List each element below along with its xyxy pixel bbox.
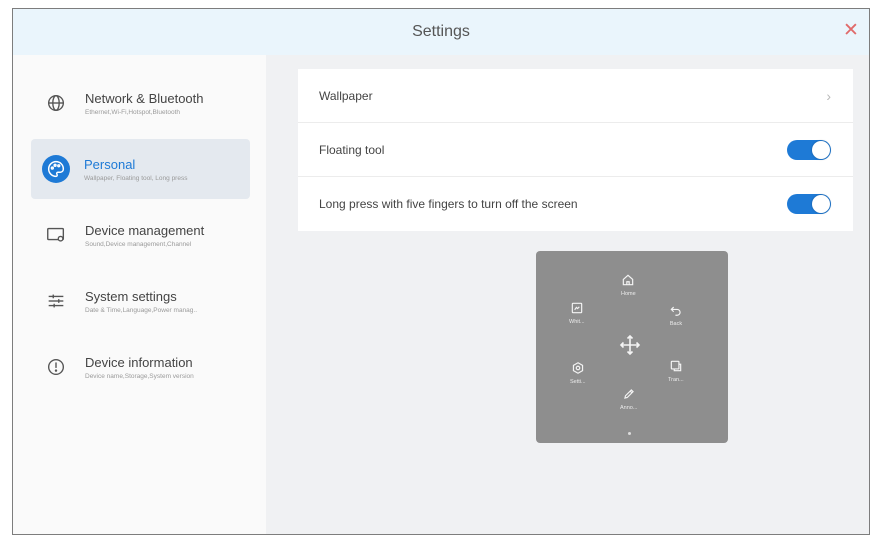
sidebar-item-sublabel: Ethernet,Wi-Fi,Hotspot,Bluetooth	[85, 108, 181, 116]
pen-icon	[623, 389, 634, 399]
sidebar-item-sublabel: Wallpaper, Floating tool, Long press	[84, 174, 188, 182]
title-bar: Settings ✕	[13, 9, 869, 55]
globe-icon	[41, 88, 71, 118]
floating-tool-back[interactable]: Back	[669, 303, 683, 327]
row-label: Wallpaper	[319, 88, 373, 103]
sidebar-item-sublabel: Date & Time,Language,Power manag..	[85, 306, 198, 314]
device-icon	[41, 220, 71, 250]
sidebar-item-personal[interactable]: Personal Wallpaper, Floating tool, Long …	[31, 139, 250, 199]
sidebar-item-label: Personal	[84, 156, 136, 172]
sidebar-item-label: Device management	[85, 222, 205, 238]
palette-icon	[42, 155, 70, 183]
personal-settings-card: Wallpaper › Floating tool Long press wit…	[298, 69, 853, 231]
sidebar-item-label: Device information	[85, 354, 193, 370]
five-finger-off-row: Long press with five fingers to turn off…	[298, 177, 853, 231]
floating-tool-settings[interactable]: Setti...	[570, 361, 586, 385]
wallpaper-row[interactable]: Wallpaper ›	[298, 69, 853, 123]
sidebar-item-network-bluetooth[interactable]: Network & Bluetooth Ethernet,Wi-Fi,Hotsp…	[31, 73, 250, 133]
whiteboard-icon	[571, 302, 583, 314]
sidebar-item-label: System settings	[85, 288, 177, 304]
info-icon	[41, 352, 71, 382]
translate-icon	[670, 360, 682, 372]
main-panel: Wallpaper › Floating tool Long press wit…	[266, 55, 869, 534]
floating-tool-preview: Home Whit... Back Setti... Tran... Anno.…	[536, 251, 728, 443]
sidebar-item-system-settings[interactable]: System settings Date & Time,Language,Pow…	[31, 271, 250, 331]
window-title: Settings	[412, 23, 470, 40]
floating-tool-move[interactable]	[618, 333, 642, 357]
row-label: Long press with five fingers to turn off…	[319, 197, 578, 211]
sidebar-item-label: Network & Bluetooth	[85, 90, 204, 106]
floating-tool-home[interactable]: Home	[621, 273, 636, 297]
sliders-icon	[41, 286, 71, 316]
floating-tool-annotate[interactable]: Anno...	[620, 387, 637, 411]
sidebar-item-sublabel: Sound,Device management,Channel	[85, 240, 192, 248]
back-icon	[670, 306, 681, 316]
panel-indicator-dot	[628, 432, 631, 435]
sidebar-item-device-management[interactable]: Device management Sound,Device managemen…	[31, 205, 250, 265]
floating-tool-row: Floating tool	[298, 123, 853, 177]
home-icon	[623, 274, 634, 286]
floating-tool-translate[interactable]: Tran...	[668, 359, 684, 383]
close-icon[interactable]: ✕	[841, 21, 861, 41]
floating-tool-toggle[interactable]	[787, 139, 831, 160]
floating-tool-whiteboard[interactable]: Whit...	[569, 301, 585, 325]
sidebar: Network & Bluetooth Ethernet,Wi-Fi,Hotsp…	[13, 55, 266, 534]
move-icon	[619, 334, 641, 356]
sidebar-item-sublabel: Device name,Storage,System version	[85, 372, 194, 380]
row-label: Floating tool	[319, 142, 385, 157]
settings-icon	[572, 362, 583, 374]
five-finger-off-toggle[interactable]	[787, 194, 831, 214]
sidebar-item-device-information[interactable]: Device information Device name,Storage,S…	[31, 337, 250, 397]
settings-window: Settings ✕ Network & Bluetooth Ethernet,…	[12, 8, 870, 535]
chevron-right-icon: ›	[826, 87, 831, 104]
